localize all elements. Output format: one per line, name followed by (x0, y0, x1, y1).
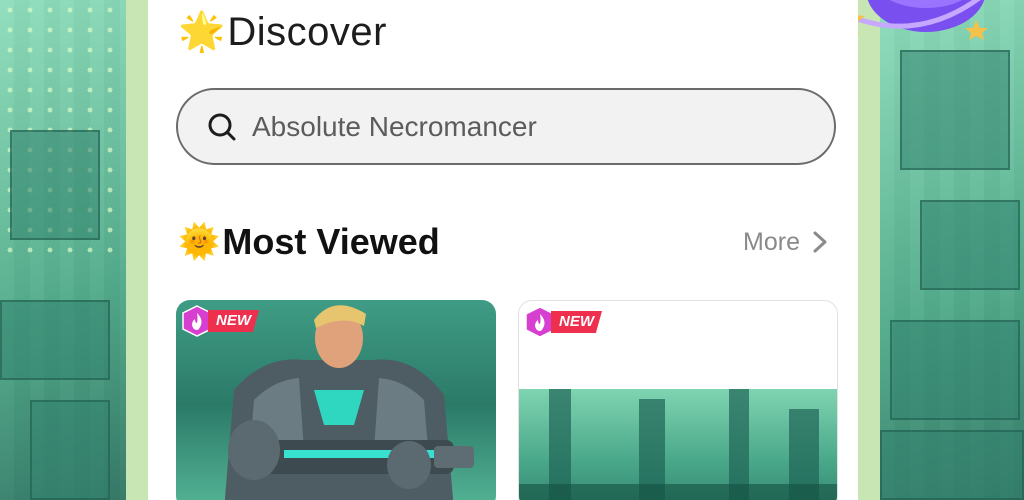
scene-floor (519, 484, 837, 500)
page-title: Discover (227, 9, 387, 54)
background-machine (0, 300, 110, 380)
new-badge: NEW (182, 305, 259, 337)
background-machine (920, 200, 1020, 290)
game-card[interactable]: NEW (518, 300, 838, 500)
search-icon (208, 113, 236, 140)
background-machine (10, 130, 100, 240)
side-strip-right (858, 0, 880, 500)
side-strip-left (126, 0, 148, 500)
new-badge: NEW (525, 306, 602, 338)
background-machine (880, 430, 1024, 500)
planet-decoration (836, 0, 988, 40)
search-input[interactable]: Absolute Necromancer (252, 111, 537, 143)
background-scene-left (0, 0, 126, 500)
game-card[interactable]: NEW (176, 300, 496, 500)
page-header: 🌟 Discover (178, 8, 387, 56)
flame-icon (525, 306, 555, 338)
flame-icon (182, 305, 212, 337)
more-label: More (743, 227, 800, 256)
sun-icon: 🌞 (178, 223, 221, 261)
chevron-right-icon (813, 231, 827, 253)
section-header-most-viewed: 🌞 Most Viewed More (178, 218, 828, 266)
badge-label: NEW (551, 311, 602, 333)
background-machine (900, 50, 1010, 170)
background-scene-right (880, 0, 1024, 500)
more-link[interactable]: More (743, 228, 828, 257)
background-machine (30, 400, 110, 500)
discover-panel: 🌟 Discover Absolute Necromancer 🌞 Most V… (148, 0, 858, 500)
background-machine (890, 320, 1020, 420)
search-bar[interactable]: Absolute Necromancer (176, 88, 836, 165)
badge-label: NEW (208, 310, 259, 332)
star-icon: 🌟 (178, 11, 226, 53)
section-title: Most Viewed (222, 221, 440, 262)
scene-image (519, 389, 837, 500)
